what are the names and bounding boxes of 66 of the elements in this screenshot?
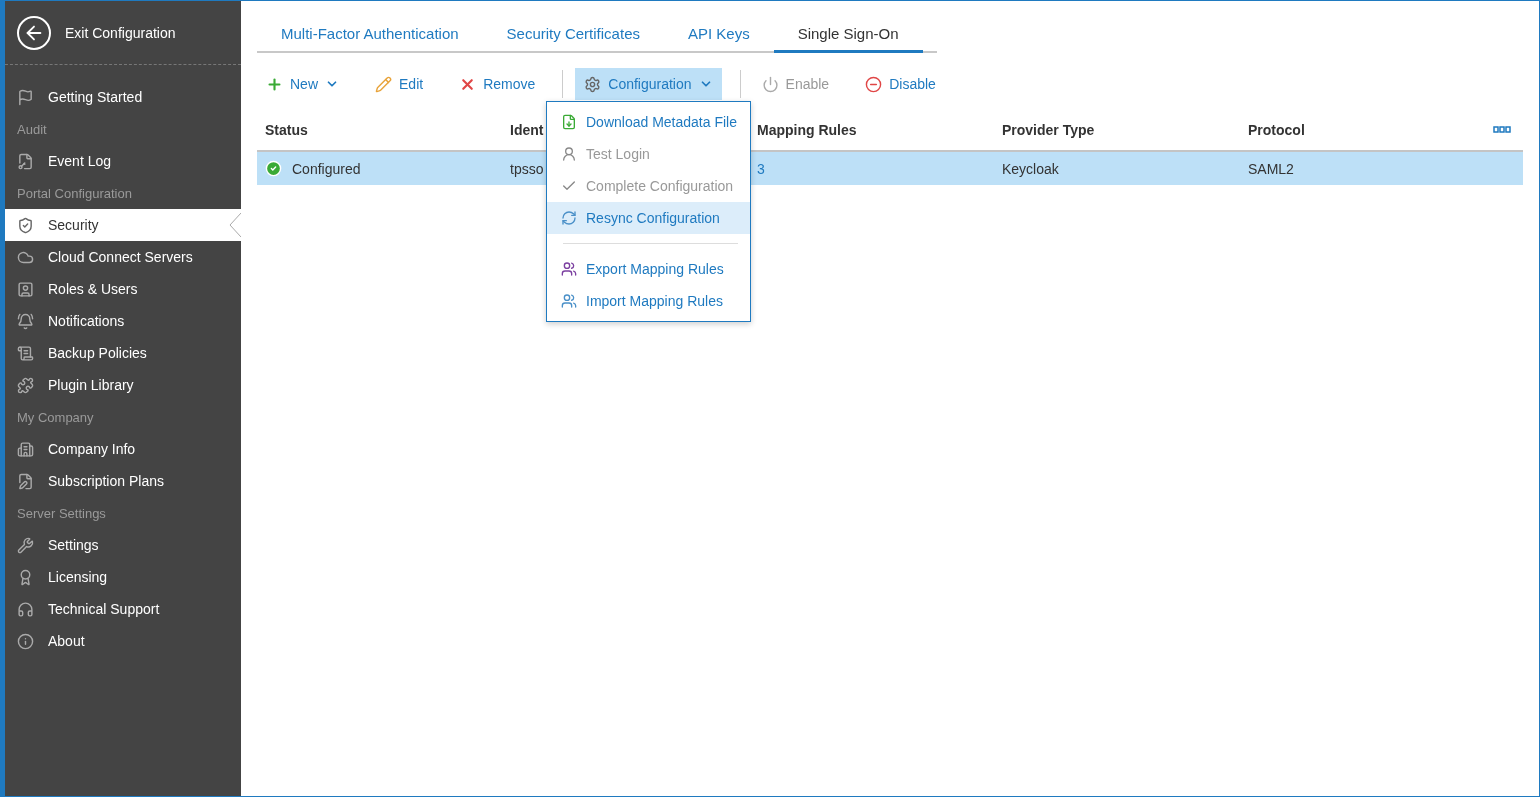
table-cell: Keycloak bbox=[1002, 160, 1059, 177]
table-cell: SAML2 bbox=[1248, 160, 1294, 177]
section-heading: Portal Configuration bbox=[17, 185, 132, 201]
column-header: Mapping Rules bbox=[757, 122, 857, 138]
log-icon bbox=[17, 152, 34, 170]
sidebar-item[interactable]: Security bbox=[5, 209, 241, 241]
tab[interactable]: API Keys bbox=[663, 17, 774, 53]
toolbar-button[interactable]: Remove bbox=[450, 68, 545, 100]
sidebar-item[interactable]: Plugin Library bbox=[5, 369, 241, 401]
pencil-icon bbox=[375, 75, 392, 93]
sidebar-item[interactable]: Subscription Plans bbox=[5, 465, 241, 497]
building-icon bbox=[17, 440, 34, 458]
selection-pointer bbox=[229, 213, 241, 237]
tab[interactable]: Security Certificates bbox=[482, 17, 664, 53]
shield-icon bbox=[17, 216, 34, 234]
sidebar-item[interactable]: Settings bbox=[5, 529, 241, 561]
menu-item[interactable]: Download Metadata File bbox=[547, 106, 750, 138]
toolbar-button[interactable]: Edit bbox=[366, 68, 433, 100]
menu-item[interactable]: Export Mapping Rules bbox=[547, 253, 750, 285]
settings-icon bbox=[584, 75, 602, 93]
plus-icon bbox=[266, 75, 283, 93]
users-icon bbox=[561, 293, 577, 309]
document-pen-icon bbox=[17, 472, 34, 490]
back-button[interactable] bbox=[17, 15, 51, 50]
users-icon bbox=[561, 261, 577, 277]
column-header: Provider Type bbox=[1002, 122, 1095, 138]
sidebar-item[interactable]: About bbox=[5, 625, 241, 657]
sidebar-item[interactable]: Cloud Connect Servers bbox=[5, 241, 241, 273]
bell-icon bbox=[17, 312, 34, 330]
sidebar-item[interactable]: Roles & Users bbox=[5, 273, 241, 305]
column-chooser-icon[interactable] bbox=[1493, 126, 1511, 134]
table-cell: tpsso bbox=[510, 160, 544, 177]
sidebar-item[interactable]: Event Log bbox=[5, 145, 241, 177]
menu-item[interactable]: Resync Configuration bbox=[547, 202, 750, 234]
table-cell: 3 bbox=[757, 160, 765, 177]
sidebar-item[interactable]: Licensing bbox=[5, 561, 241, 593]
document-icon bbox=[17, 344, 34, 362]
sidebar-item[interactable]: Backup Policies bbox=[5, 337, 241, 369]
power-icon bbox=[761, 75, 779, 93]
column-header: Protocol bbox=[1248, 122, 1305, 138]
column-header: Ident bbox=[510, 122, 544, 138]
info-icon bbox=[17, 632, 34, 650]
toolbar-button[interactable]: Disable bbox=[856, 68, 945, 100]
sidebar-item[interactable]: Technical Support bbox=[5, 593, 241, 625]
flag-icon bbox=[17, 88, 34, 106]
menu-item[interactable]: Import Mapping Rules bbox=[547, 285, 750, 317]
file-download-icon bbox=[561, 114, 577, 130]
tab[interactable]: Multi-Factor Authentication bbox=[257, 17, 483, 53]
user-card-icon bbox=[17, 280, 34, 298]
table-cell: Configured bbox=[265, 160, 361, 177]
toolbar-button[interactable]: New bbox=[257, 68, 348, 100]
tab[interactable]: Single Sign-On bbox=[773, 17, 923, 53]
minus-circle-icon bbox=[865, 75, 883, 93]
wrench-icon bbox=[17, 536, 34, 554]
column-header: Status bbox=[265, 122, 308, 138]
puzzle-icon bbox=[17, 376, 34, 394]
refresh-icon bbox=[561, 210, 577, 226]
user-icon bbox=[561, 146, 577, 162]
section-heading: Server Settings bbox=[17, 505, 106, 521]
exit-label[interactable]: Exit Configuration bbox=[65, 24, 176, 41]
headset-icon bbox=[17, 600, 34, 618]
section-heading: My Company bbox=[17, 409, 94, 425]
section-heading: Audit bbox=[17, 121, 47, 137]
sidebar-item[interactable]: Notifications bbox=[5, 305, 241, 337]
sidebar-item[interactable]: Getting Started bbox=[5, 81, 241, 113]
sidebar-item[interactable]: Company Info bbox=[5, 433, 241, 465]
